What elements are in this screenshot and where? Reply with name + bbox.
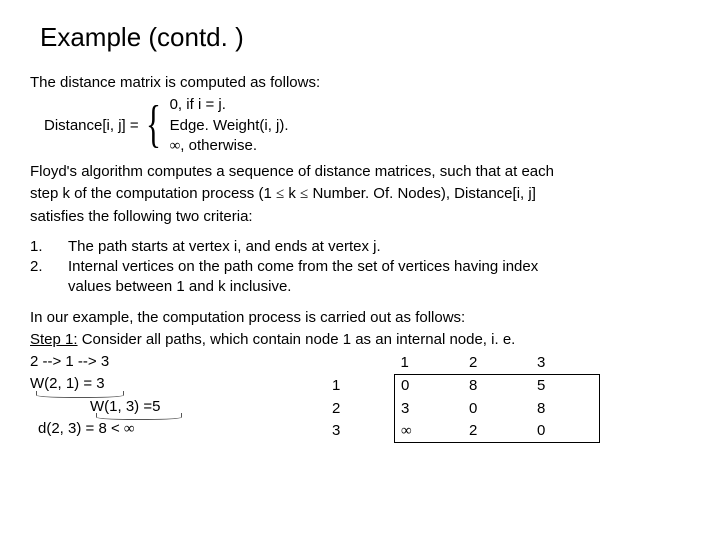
matrix-row-2: 2 xyxy=(326,398,395,420)
crit-num-1: 1. xyxy=(30,237,68,257)
infinity-symbol: ∞ xyxy=(170,138,181,154)
case-1: 0, if i = j. xyxy=(170,95,289,115)
le-symbol-1: ≤ xyxy=(276,186,284,202)
page-title: Example (contd. ) xyxy=(40,20,690,55)
matrix-row-3: 3 xyxy=(326,420,395,443)
criteria-text: The path starts at vertex i, and ends at… xyxy=(68,237,690,298)
crit-num-2: 2. xyxy=(30,257,68,277)
example-block: In our example, the computation process … xyxy=(30,308,690,444)
def-cases: 0, if i = j. Edge. Weight(i, j). ∞, othe… xyxy=(170,95,289,156)
w13-line: W(1, 3) =5 xyxy=(90,397,188,417)
cell-3-3: 0 xyxy=(531,420,600,443)
cell-3-2: 2 xyxy=(463,420,531,443)
cell-1-3: 5 xyxy=(531,375,600,398)
w21-line: W(2, 1) = 3 xyxy=(30,374,130,394)
floyd-line-2: step k of the computation process (1 ≤ k… xyxy=(30,184,690,204)
crit-text-2a: Internal vertices on the path come from … xyxy=(68,257,690,277)
floyd-line-3: satisfies the following two criteria: xyxy=(30,207,690,227)
case-3-rest: , otherwise. xyxy=(180,137,257,154)
d23-line: d(2, 3) = 8 < ∞ xyxy=(38,419,320,439)
matrix-col-3: 3 xyxy=(531,352,600,375)
brace-icon: { xyxy=(146,102,161,149)
d23-pre: d(2, 3) = 8 < xyxy=(38,420,124,437)
step-1-rest: Consider all paths, which contain node 1… xyxy=(78,331,516,348)
distance-definition: Distance[i, j] = { 0, if i = j. Edge. We… xyxy=(30,95,690,156)
cell-2-2: 0 xyxy=(463,398,531,420)
floyd-b-pre: step k of the computation process (1 xyxy=(30,185,276,202)
criteria-list: 1. 2. The path starts at vertex i, and e… xyxy=(30,237,690,298)
cell-2-1: 3 xyxy=(395,398,464,420)
step-1-line: Step 1: Consider all paths, which contai… xyxy=(30,330,690,350)
cell-1-2: 8 xyxy=(463,375,531,398)
floyd-line-1: Floyd's algorithm computes a sequence of… xyxy=(30,162,690,182)
crit-text-1: The path starts at vertex i, and ends at… xyxy=(68,237,690,257)
floyd-b-mid: k xyxy=(284,185,300,202)
criteria-numbers: 1. 2. xyxy=(30,237,68,298)
matrix-col-2: 2 xyxy=(463,352,531,375)
case-2: Edge. Weight(i, j). xyxy=(170,116,289,136)
cell-3-1: ∞ xyxy=(395,420,464,443)
example-intro: In our example, the computation process … xyxy=(30,308,690,328)
crit-text-2b: values between 1 and k inclusive. xyxy=(68,277,690,297)
cell-2-3: 8 xyxy=(531,398,600,420)
intro-text: The distance matrix is computed as follo… xyxy=(30,73,690,93)
d23-infinity: ∞ xyxy=(124,421,135,437)
left-column: 2 --> 1 --> 3 W(2, 1) = 3 W(1, 3) =5 d(2… xyxy=(30,352,320,441)
matrix-row-1: 1 xyxy=(326,375,395,398)
case-3: ∞, otherwise. xyxy=(170,136,289,156)
def-label: Distance[i, j] = xyxy=(44,116,139,136)
distance-matrix: 1 2 3 1 0 8 5 2 3 0 8 3 ∞ xyxy=(326,352,600,443)
path-line: 2 --> 1 --> 3 xyxy=(30,352,320,372)
cell-1-1: 0 xyxy=(395,375,464,398)
floyd-b-post: Number. Of. Nodes), Distance[i, j] xyxy=(308,185,536,202)
step-1-label: Step 1: xyxy=(30,331,78,348)
matrix-col-1: 1 xyxy=(395,352,464,375)
